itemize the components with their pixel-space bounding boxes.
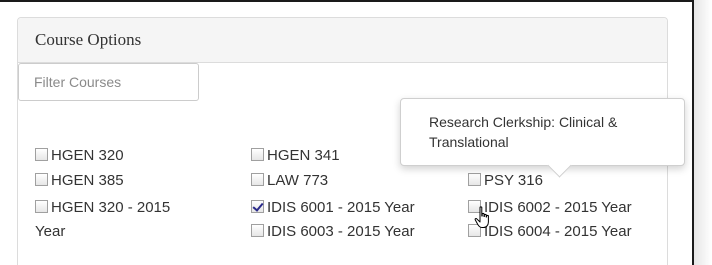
course-label: HGEN 320 [51,147,124,164]
course-label: HGEN 341 [267,147,340,164]
course-label: HGEN 385 [51,172,124,189]
course-option-hgen-341[interactable]: HGEN 341 [251,146,340,165]
course-label: IDIS 6004 - 2015 Year [484,223,632,240]
course-label: IDIS 6001 - 2015 Year [267,199,415,216]
course-label-continuation: Year [35,222,65,241]
course-tooltip: Research Clerkship: Clinical & Translati… [400,98,685,178]
course-option-hgen-320[interactable]: HGEN 320 [35,146,124,165]
course-label: IDIS 6003 - 2015 Year [267,223,415,240]
checkbox[interactable] [251,148,264,161]
course-option-psy-316[interactable]: PSY 316 [468,171,543,190]
panel-title: Course Options [35,30,142,49]
window-top-border [0,0,694,2]
course-option-idis-6002[interactable]: IDIS 6002 - 2015 Year [468,198,632,217]
course-option-idis-6001[interactable]: IDIS 6001 - 2015 Year [251,198,415,217]
course-label: HGEN 320 - 2015 [51,199,171,216]
course-option-idis-6004[interactable]: IDIS 6004 - 2015 Year [468,222,632,241]
course-option-hgen-385[interactable]: HGEN 385 [35,171,124,190]
course-label-line2: Year [35,223,66,240]
checkbox[interactable] [35,173,48,186]
course-label: IDIS 6002 - 2015 Year [484,199,632,216]
course-option-idis-6003[interactable]: IDIS 6003 - 2015 Year [251,222,415,241]
course-option-law-773[interactable]: LAW 773 [251,171,328,190]
tooltip-text: Research Clerkship: Clinical & Translati… [429,114,618,150]
course-label: PSY 316 [484,172,543,189]
checkbox[interactable] [468,173,481,186]
course-label: LAW 773 [267,172,329,189]
checkbox[interactable] [35,200,48,213]
right-gutter [694,0,712,265]
course-option-hgen-320-2015[interactable]: HGEN 320 - 2015 [35,198,170,217]
checkbox[interactable] [251,224,264,237]
checkbox[interactable] [35,148,48,161]
checkbox[interactable] [251,173,264,186]
filter-courses-input[interactable] [18,63,199,101]
checkbox-checked[interactable] [251,200,264,213]
hand-pointer-icon [474,206,489,228]
panel-header: Course Options [18,18,667,63]
